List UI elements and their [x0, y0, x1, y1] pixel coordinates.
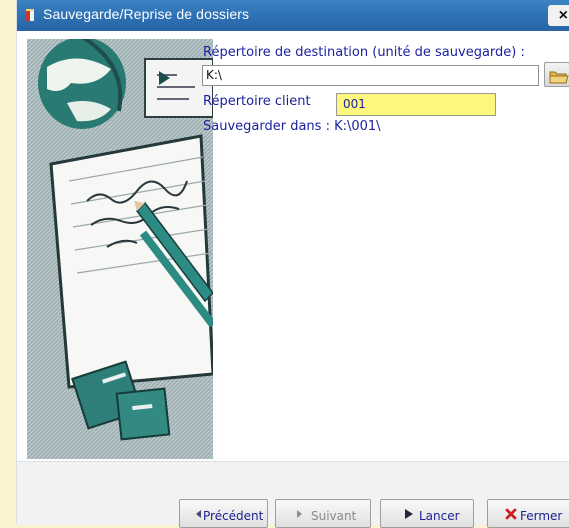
title-bar[interactable]: Sauvegarde/Reprise de dossiers ×	[17, 0, 569, 31]
destination-path-input[interactable]: K:\	[202, 65, 539, 86]
app-icon	[26, 9, 34, 21]
form-area: Répertoire de destination (unité de sauv…	[202, 39, 569, 459]
window-close-button[interactable]: ×	[548, 5, 569, 26]
client-directory-label: Répertoire client	[203, 94, 311, 109]
destination-label: Répertoire de destination (unité de sauv…	[203, 45, 525, 60]
run-button-label: Lancer	[419, 509, 460, 523]
button-bar: Précédent Suivant Lancer Fermer	[17, 461, 569, 528]
globe-notebook-pencil-books-illustration	[27, 39, 213, 459]
close-button-label: Fermer	[520, 509, 563, 523]
triangle-right-icon	[297, 510, 302, 518]
previous-button-label: Précédent	[203, 509, 264, 523]
window-title: Sauvegarde/Reprise de dossiers	[43, 6, 250, 22]
save-target-text: Sauvegarder dans : K:\001\	[203, 119, 381, 134]
folder-icon	[549, 71, 569, 84]
red-x-icon	[505, 508, 517, 520]
client-directory-input[interactable]: 001	[336, 93, 496, 116]
browse-folder-button[interactable]	[544, 62, 569, 87]
play-icon	[405, 509, 413, 519]
next-button-label: Suivant	[311, 509, 357, 523]
backup-dialog: Sauvegarde/Reprise de dossiers × Réperto…	[16, 0, 569, 528]
